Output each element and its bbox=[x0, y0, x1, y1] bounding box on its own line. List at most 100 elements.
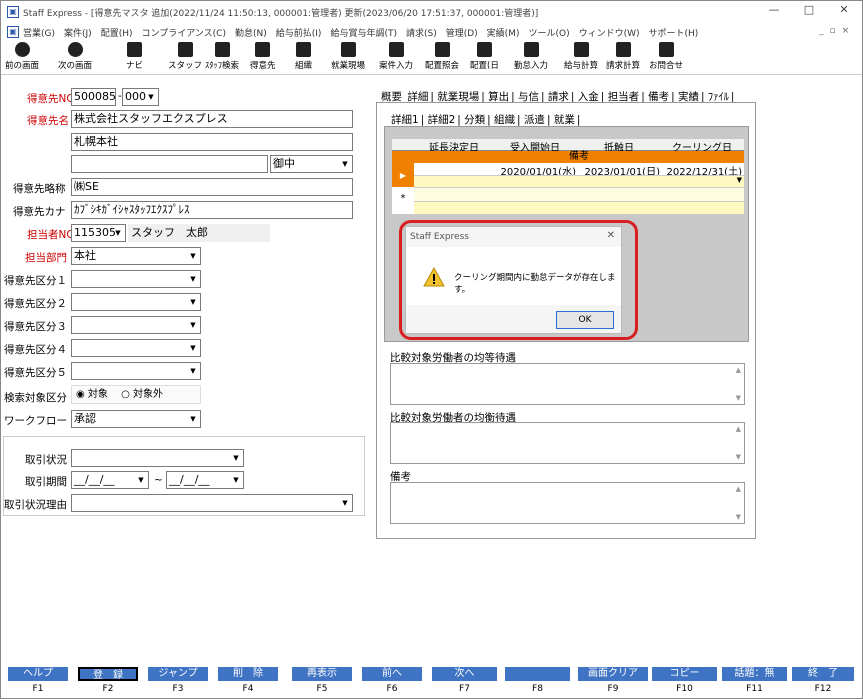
job-input-button[interactable]: 案件入力 bbox=[379, 42, 413, 71]
short-name-input[interactable]: ㈱SE bbox=[71, 178, 353, 196]
customer-name3-input[interactable] bbox=[71, 155, 268, 173]
customer-sub-select[interactable]: 000 ▼ bbox=[122, 88, 159, 106]
f7-button[interactable]: 次へ bbox=[432, 667, 497, 681]
attendance-button[interactable]: 勤怠入力 bbox=[514, 42, 548, 71]
f12-button[interactable]: 終 了 bbox=[792, 667, 854, 681]
memo2-textarea[interactable]: ▲ ▼ bbox=[390, 422, 745, 464]
f2-button[interactable]: 登 録 bbox=[78, 667, 138, 681]
subtab-detail1[interactable]: 詳細1 bbox=[391, 114, 419, 126]
scroll-up-icon[interactable]: ▲ bbox=[736, 485, 741, 493]
menu-compliance[interactable]: コンプライアンス(C) bbox=[141, 26, 226, 39]
payroll-button[interactable]: 給与計算 bbox=[564, 42, 598, 71]
menu-job[interactable]: 案件(J) bbox=[64, 26, 92, 39]
f7-key-label: F7 bbox=[459, 684, 470, 694]
chevron-down-icon: ▼ bbox=[736, 176, 742, 184]
menu-attendance[interactable]: 勤怠(N) bbox=[235, 26, 267, 39]
placement-query-button[interactable]: 配置照会 bbox=[425, 42, 459, 71]
chevron-down-icon: ▼ bbox=[190, 321, 196, 329]
customer-no-input[interactable]: 500085 bbox=[71, 88, 116, 106]
subtab-category[interactable]: 分類 bbox=[464, 114, 485, 126]
scroll-down-icon[interactable]: ▼ bbox=[736, 453, 741, 461]
staff-button[interactable]: スタッフ bbox=[168, 42, 202, 71]
subtab-employment[interactable]: 就業 bbox=[554, 114, 575, 126]
trade-date-to[interactable]: __/__/__ ▼ bbox=[166, 471, 244, 489]
person-no-label: 担当者NO bbox=[27, 229, 75, 241]
grid-subheader: 備考 bbox=[414, 151, 744, 163]
grid-row[interactable]: 2020/01/01(水) 2023/01/01(日) 2022/12/31(土… bbox=[414, 163, 744, 178]
inquiry-button[interactable]: お問合せ bbox=[649, 42, 683, 71]
menu-sales[interactable]: 営業(G) bbox=[23, 26, 55, 39]
menu-support[interactable]: サポート(H) bbox=[649, 26, 699, 39]
customer-button[interactable]: 得意先 bbox=[250, 42, 276, 71]
category-select-3[interactable]: ▼ bbox=[71, 316, 201, 334]
menu-payroll[interactable]: 給与賞与年調(T) bbox=[330, 26, 397, 39]
row-pointer-icon: ▶ bbox=[392, 151, 414, 187]
f1-button[interactable]: ヘルプ bbox=[8, 667, 68, 681]
menu-placement[interactable]: 配置(H) bbox=[101, 26, 133, 39]
f11-button[interactable]: 話題：無 bbox=[722, 667, 787, 681]
scroll-down-icon[interactable]: ▼ bbox=[736, 394, 741, 402]
scroll-up-icon[interactable]: ▲ bbox=[736, 425, 741, 433]
person-no-select[interactable]: 115305 ▼ bbox=[71, 224, 126, 242]
forward-button[interactable]: 次の画面 bbox=[58, 42, 92, 71]
radio-target[interactable]: ◉ 対象 bbox=[76, 389, 108, 400]
close-button[interactable]: ✕ bbox=[831, 3, 857, 21]
trade-reason-select[interactable]: ▼ bbox=[71, 494, 353, 512]
f3-button[interactable]: ジャンプ bbox=[148, 667, 208, 681]
sub-tabs: 詳細1 | 詳細2 | 分類 | 組織 | 派遣 | 就業 | bbox=[391, 114, 581, 126]
subtab-dispatch[interactable]: 派遣 bbox=[524, 114, 545, 126]
staff-search-button[interactable]: ｽﾀｯﾌ検索 bbox=[205, 42, 239, 71]
grid-new-row-notes[interactable] bbox=[414, 201, 744, 214]
navi-button[interactable]: ナビ bbox=[126, 42, 143, 71]
f10-button[interactable]: コピー bbox=[652, 667, 717, 681]
subtab-org[interactable]: 組織 bbox=[494, 114, 515, 126]
workflow-select[interactable]: 承認 ▼ bbox=[71, 410, 201, 428]
new-row-marker: * bbox=[392, 187, 414, 214]
customer-name2-input[interactable]: 札幌本社 bbox=[71, 133, 353, 151]
radio-non-target[interactable]: ○ 対象外 bbox=[121, 389, 163, 400]
maximize-button[interactable]: □ bbox=[796, 3, 822, 21]
subtab-detail2[interactable]: 詳細2 bbox=[428, 114, 456, 126]
dept-select[interactable]: 本社 ▼ bbox=[71, 247, 201, 265]
chevron-down-icon: ▼ bbox=[233, 454, 239, 462]
honorific-select[interactable]: 御中 ▼ bbox=[270, 155, 353, 173]
placement-day-icon bbox=[476, 42, 492, 57]
menu-results[interactable]: 実績(M) bbox=[487, 26, 520, 39]
category-select-2[interactable]: ▼ bbox=[71, 293, 201, 311]
menu-admin[interactable]: 管理(D) bbox=[446, 26, 478, 39]
scroll-up-icon[interactable]: ▲ bbox=[736, 366, 741, 374]
memo3-textarea[interactable]: ▲ ▼ bbox=[390, 482, 745, 524]
dialog-ok-button[interactable]: OK bbox=[556, 311, 614, 329]
f8-button[interactable] bbox=[505, 667, 570, 681]
trade-date-from[interactable]: __/__/__ ▼ bbox=[71, 471, 149, 489]
placement-day-button[interactable]: 配置(日 bbox=[470, 42, 499, 71]
category-select-5[interactable]: ▼ bbox=[71, 362, 201, 380]
minimize-button[interactable]: — bbox=[761, 3, 787, 21]
dialog-close-icon[interactable]: ✕ bbox=[607, 230, 615, 241]
org-button[interactable]: 組織 bbox=[295, 42, 312, 71]
f12-key-label: F12 bbox=[814, 684, 832, 694]
f9-button[interactable]: 画面クリア bbox=[578, 667, 648, 681]
trade-reason-label: 取引状況理由 bbox=[4, 499, 67, 511]
grid-new-row[interactable] bbox=[414, 187, 744, 201]
grid-row-notes[interactable]: ▼ bbox=[414, 175, 744, 187]
kana-input[interactable]: ｶﾌﾞｼｷｶﾞｲｼｬｽﾀｯﾌｴｸｽﾌﾟﾚｽ bbox=[71, 201, 353, 219]
category-select-1[interactable]: ▼ bbox=[71, 270, 201, 288]
menu-window[interactable]: ウィンドウ(W) bbox=[579, 26, 640, 39]
customer-name-input[interactable]: 株式会社スタッフエクスプレス bbox=[71, 110, 353, 128]
menu-advance[interactable]: 給与前払(I) bbox=[276, 26, 322, 39]
billing-button[interactable]: 請求計算 bbox=[606, 42, 640, 71]
back-button[interactable]: 前の画面 bbox=[5, 42, 39, 71]
memo1-textarea[interactable]: ▲ ▼ bbox=[390, 363, 745, 405]
scroll-down-icon[interactable]: ▼ bbox=[736, 513, 741, 521]
category-select-4[interactable]: ▼ bbox=[71, 339, 201, 357]
f6-button[interactable]: 前へ bbox=[362, 667, 422, 681]
menu-tools[interactable]: ツール(O) bbox=[528, 26, 569, 39]
menu-billing[interactable]: 請求(S) bbox=[406, 26, 437, 39]
navi-icon bbox=[127, 42, 142, 57]
f4-button[interactable]: 削 除 bbox=[218, 667, 278, 681]
worksite-button[interactable]: 就業現場 bbox=[331, 42, 365, 71]
f5-button[interactable]: 再表示 bbox=[292, 667, 352, 681]
mdi-controls[interactable]: _▫× bbox=[819, 26, 855, 36]
trade-status-select[interactable]: ▼ bbox=[71, 449, 244, 467]
